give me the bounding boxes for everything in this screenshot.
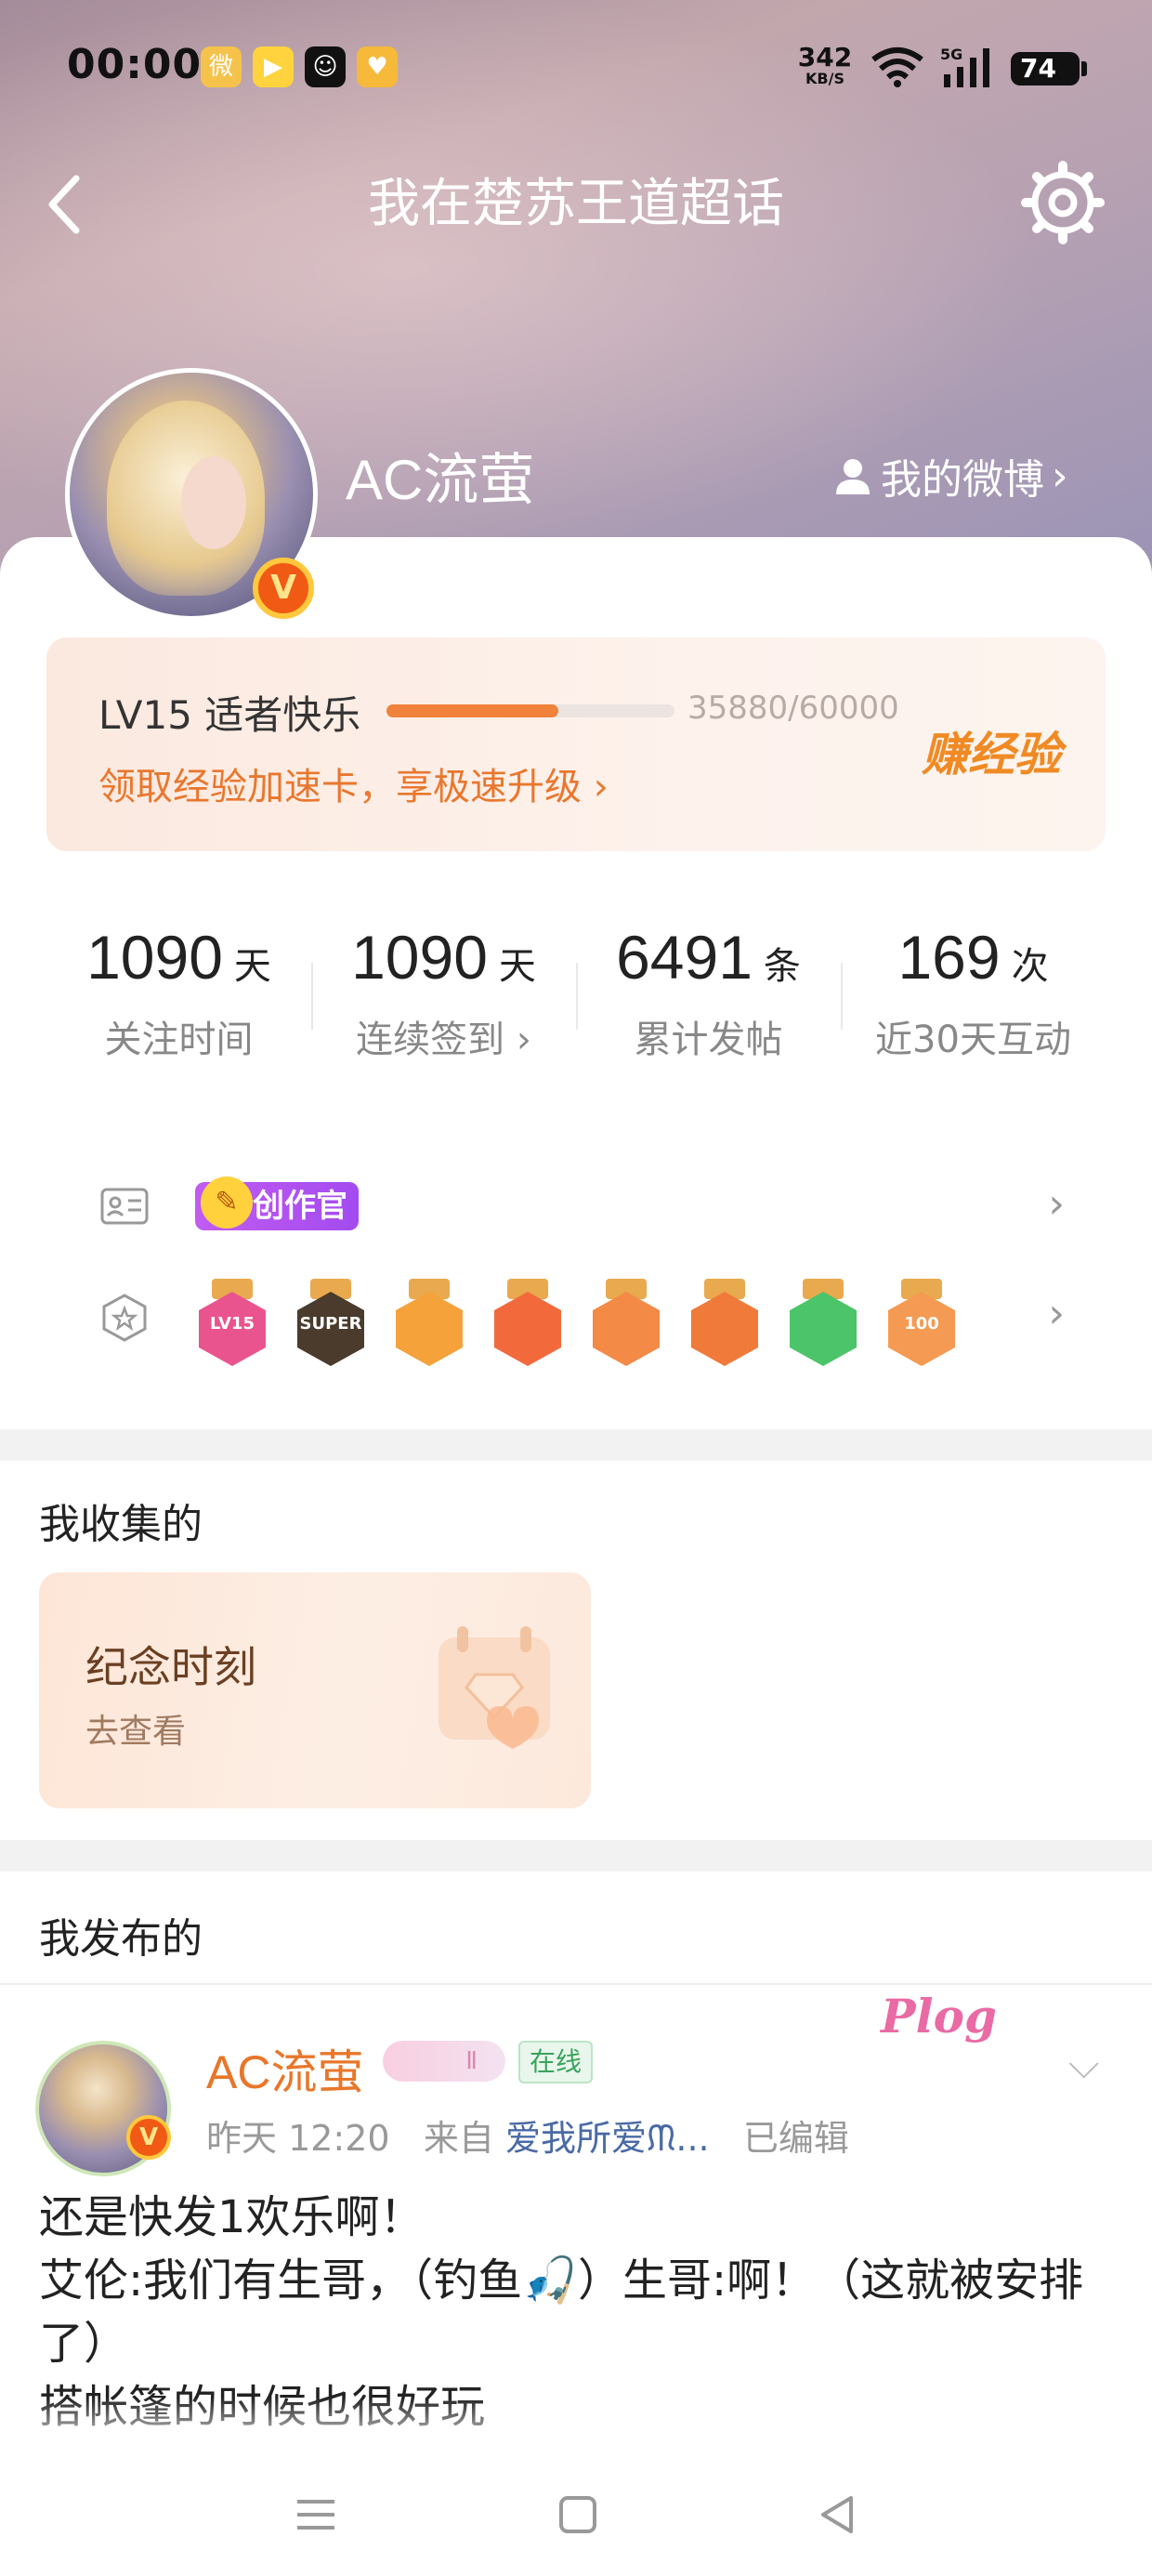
post-edited: 已编辑 <box>742 2118 849 2159</box>
post-from-label: 来自 <box>423 2118 494 2159</box>
smile-icon: ☺ <box>305 46 346 87</box>
super-medal[interactable]: SUPER <box>294 1279 368 1368</box>
creator-tag[interactable]: ✎ 创作官 <box>195 1176 359 1230</box>
calendar-diamond-icon <box>439 1626 550 1749</box>
heart-icon: ♥ <box>357 46 398 87</box>
my-weibo-label: 我的微博 <box>881 456 1044 504</box>
post-source[interactable]: 爱我所爱ᙏ... <box>505 2118 710 2159</box>
online-badge: 在线 <box>518 2041 594 2083</box>
rabbit-medal-1[interactable] <box>491 1279 565 1368</box>
level-exp: 35880/60000 <box>687 690 899 727</box>
weibo-icon: 微 <box>201 46 242 87</box>
stat-posts: 6491 条 累计发帖 <box>576 874 841 1097</box>
memory-view-link[interactable]: 去查看 <box>85 1704 186 1753</box>
memory-title: 纪念时刻 <box>85 1642 256 1692</box>
crown-medal[interactable] <box>392 1279 466 1368</box>
scroll-fade <box>0 2398 1152 2453</box>
badge-card: ✎ 创作官 › LV15 SUPER 100 › <box>46 1124 1106 1403</box>
status-time: 00:00 <box>67 41 203 88</box>
video-icon: ▶ <box>253 46 294 87</box>
username: AC流萤 <box>346 449 535 511</box>
signal-label: 5G <box>940 46 962 63</box>
gear-icon[interactable] <box>1018 158 1107 247</box>
creator-emoji-icon: ✎ <box>201 1176 253 1229</box>
hand-medal[interactable] <box>786 1279 860 1368</box>
post-level-tag: Ⅱ <box>383 2041 505 2082</box>
posted-title: 我发布的 <box>39 1915 203 1963</box>
divider <box>0 1983 1152 1985</box>
earn-exp-button[interactable]: 赚经验 <box>922 717 1061 784</box>
user-icon <box>836 459 870 494</box>
rabbit-medal-2[interactable] <box>589 1279 663 1368</box>
rabbit-medal-3[interactable] <box>687 1279 762 1368</box>
system-nav-bar <box>0 2453 1152 2576</box>
id-card-icon <box>100 1188 149 1225</box>
post-author[interactable]: AC流萤 <box>206 2035 363 2102</box>
menu-icon[interactable] <box>288 2487 344 2543</box>
status-bar: 00:00 微 ▶ ☺ ♥ 342 KB/S 5G 74 <box>0 0 1152 139</box>
chevron-right-icon: › <box>1052 452 1068 500</box>
100days-medal[interactable]: 100 <box>884 1279 959 1368</box>
stat-interactions: 169 次 近30天互动 <box>841 874 1106 1097</box>
my-weibo-link[interactable]: 我的微博 › <box>832 446 1068 506</box>
exp-boost-link[interactable]: 领取经验加速卡，享极速升级 › <box>98 756 609 810</box>
post-meta: 昨天 12:20 来自 爱我所爱ᙏ... 已编辑 <box>206 2109 849 2161</box>
vip-badge: V <box>253 558 314 619</box>
back-triangle-icon[interactable] <box>810 2487 866 2543</box>
page-title: 我在楚苏王道超话 <box>368 174 784 234</box>
lv15-medal[interactable]: LV15 <box>195 1279 269 1368</box>
stats-row: 1090 天 关注时间 1090 天 连续签到 › 6491 条 累计发帖 169 次 … <box>46 874 1106 1097</box>
post-vip-badge: V <box>126 2115 171 2160</box>
wifi-icon <box>871 47 923 87</box>
stat-checkin[interactable]: 1090 天 连续签到 › <box>311 874 576 1097</box>
home-square-icon[interactable] <box>550 2487 606 2543</box>
chevron-down-icon[interactable]: ⌵ <box>1068 2041 1099 2088</box>
chevron-right-icon[interactable]: › <box>1048 1290 1065 1337</box>
medal-outline-icon <box>102 1294 147 1342</box>
level-progress-bar <box>386 704 674 717</box>
level-label: LV15 适者快乐 <box>98 692 361 738</box>
chevron-right-icon[interactable]: › <box>1048 1180 1065 1228</box>
signal-icon: 5G <box>940 46 989 87</box>
network-speed: 342 KB/S <box>797 42 853 87</box>
collected-title: 我收集的 <box>39 1501 203 1548</box>
battery-indicator: 74 <box>1011 52 1087 85</box>
memory-card[interactable]: 纪念时刻 去查看 <box>39 1572 591 1808</box>
level-card[interactable]: LV15 适者快乐 35880/60000 领取经验加速卡，享极速升级 › 赚经… <box>46 637 1106 851</box>
plog-sticker: Plog <box>881 1989 997 2044</box>
post-time: 昨天 12:20 <box>206 2118 390 2159</box>
stat-follow-time: 1090 天 关注时间 <box>86 923 271 1061</box>
